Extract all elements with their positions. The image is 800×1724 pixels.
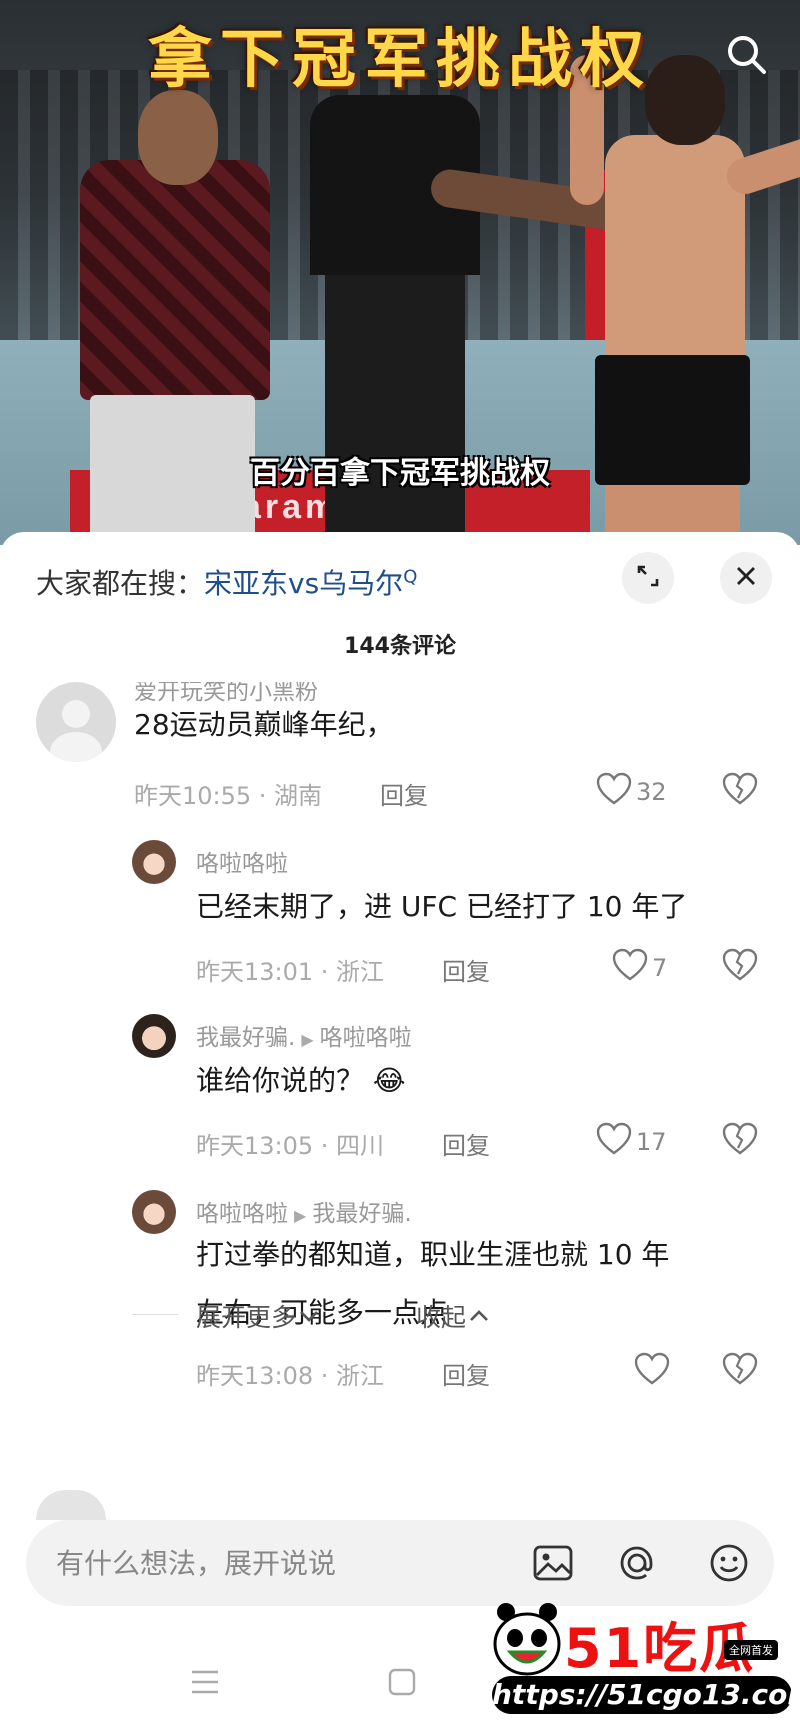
broken-heart-icon — [722, 1352, 758, 1390]
watermark-url: https://51cgo13.com/ — [492, 1676, 800, 1714]
like-count: 7 — [652, 954, 668, 982]
comment-count-title: 144条评论 — [344, 634, 456, 659]
watermelon-mascot-icon — [490, 1600, 564, 1680]
watermark-badge: 全网首发 — [724, 1640, 778, 1660]
trending-search[interactable]: 大家都在搜：宋亚东vs乌马尔Q — [36, 562, 417, 602]
reply-button[interactable]: 回复 — [442, 1126, 490, 1161]
comment-reply-item: 咯啦咯啦 ▶ 我最好骗. 打过拳的都知道，职业生涯也就 10 年 左右，可能多一点点… — [0, 1190, 800, 1400]
heart-icon — [596, 772, 636, 812]
reply-to-username[interactable]: 我最好骗. — [312, 1201, 411, 1227]
avatar[interactable] — [132, 1190, 176, 1234]
search-small-icon: Q — [403, 566, 418, 588]
comment-input-bar[interactable]: 有什么想法，展开说说 — [26, 1520, 774, 1606]
comment-item: 爱开玩笑的小黑粉 28运动员巅峰年纪， 昨天10:55 · 湖南 回复 32 — [0, 682, 800, 842]
comment-text: 已经末期了，进 UFC 已经打了 10 年了 — [196, 890, 688, 923]
heart-icon — [634, 1352, 674, 1392]
comment-meta: 昨天13:05 · 四川 — [196, 1132, 385, 1160]
dislike-button[interactable] — [722, 1352, 758, 1390]
like-button[interactable]: 17 — [596, 1122, 667, 1162]
comment-input-placeholder[interactable]: 有什么想法，展开说说 — [56, 1542, 336, 1582]
avatar[interactable] — [132, 1014, 176, 1058]
comment-username[interactable]: 咯啦咯啦 — [196, 844, 288, 878]
like-count: 17 — [636, 1128, 667, 1156]
comment-username-line: 咯啦咯啦 ▶ 我最好骗. — [196, 1194, 412, 1228]
close-button[interactable] — [720, 552, 772, 604]
menu-icon[interactable] — [190, 1668, 220, 1700]
image-icon[interactable] — [530, 1540, 576, 1586]
watermark: 51吃瓜 全网首发 https://51cgo13.com/ — [486, 1600, 800, 1720]
comment-reply-item: 我最好骗. ▶ 咯啦咯啦 谁给你说的？ 😂 昨天13:05 · 四川 回复 17 — [0, 1014, 800, 1174]
comment-meta: 昨天13:08 · 浙江 — [196, 1362, 385, 1390]
comment-username[interactable]: 我最好骗. — [196, 1025, 295, 1051]
like-count: 32 — [636, 778, 667, 806]
broken-heart-icon — [722, 948, 758, 986]
emoji-icon[interactable] — [706, 1540, 752, 1586]
avatar-partial — [36, 1490, 106, 1520]
at-icon[interactable] — [614, 1540, 660, 1586]
heart-icon — [596, 1122, 636, 1162]
avatar[interactable] — [132, 840, 176, 884]
reply-arrow-icon: ▶ — [301, 1030, 314, 1049]
comment-text-line1: 打过拳的都知道，职业生涯也就 10 年 — [196, 1238, 670, 1271]
comment-meta: 昨天13:01 · 浙江 — [196, 958, 385, 986]
comment-username[interactable]: 咯啦咯啦 — [196, 1201, 288, 1227]
comment-text: 谁给你说的？ — [196, 1064, 365, 1097]
trending-prefix: 大家都在搜： — [36, 567, 205, 600]
expand-more-button[interactable]: 展开更多 — [196, 1298, 322, 1334]
comment-meta: 昨天10:55 · 湖南 — [134, 782, 323, 810]
expand-button[interactable] — [622, 552, 674, 604]
like-button[interactable]: 32 — [596, 772, 667, 812]
comment-text-line: 谁给你说的？ 😂 — [196, 1050, 406, 1112]
chevron-up-icon — [466, 1302, 492, 1331]
avatar[interactable] — [36, 682, 116, 762]
chevron-down-icon — [296, 1302, 322, 1331]
reply-button[interactable]: 回复 — [380, 776, 428, 811]
dislike-button[interactable] — [722, 772, 758, 810]
home-square-icon[interactable] — [388, 1668, 416, 1700]
reply-to-username[interactable]: 咯啦咯啦 — [320, 1025, 412, 1051]
dislike-button[interactable] — [722, 948, 758, 986]
video-title: 拿下冠军挑战权 — [148, 23, 652, 97]
broken-heart-icon — [722, 772, 758, 810]
comment-reply-item: 咯啦咯啦 已经末期了，进 UFC 已经打了 10 年了 昨天13:01 · 浙江… — [0, 840, 800, 1000]
like-button[interactable]: 7 — [612, 948, 667, 988]
reply-button[interactable]: 回复 — [442, 1356, 490, 1391]
trending-link[interactable]: 宋亚东vs乌马尔 — [204, 567, 403, 600]
expand-more-label: 展开更多 — [196, 1303, 297, 1332]
reply-arrow-icon: ▶ — [294, 1206, 307, 1225]
reply-button[interactable]: 回复 — [442, 952, 490, 987]
search-icon[interactable] — [722, 30, 772, 80]
collapse-label: 收起 — [416, 1303, 467, 1332]
divider — [132, 1314, 178, 1315]
dislike-button[interactable] — [722, 1122, 758, 1160]
heart-icon — [612, 948, 652, 988]
broken-heart-icon — [722, 1122, 758, 1160]
video-player[interactable]: UFC Paramount 拿下冠军挑战权 百分百拿下冠军挑战权 — [0, 0, 800, 545]
video-subtitle: 百分百拿下冠军挑战权 — [250, 456, 550, 491]
expand-icon — [635, 563, 661, 593]
comment-username-line: 我最好骗. ▶ 咯啦咯啦 — [196, 1018, 412, 1052]
collapse-button[interactable]: 收起 — [416, 1298, 492, 1334]
laughing-emoji-icon: 😂 — [372, 1064, 406, 1097]
like-button[interactable] — [634, 1352, 674, 1392]
close-icon — [734, 564, 758, 592]
comment-text: 28运动员巅峰年纪， — [134, 708, 394, 741]
